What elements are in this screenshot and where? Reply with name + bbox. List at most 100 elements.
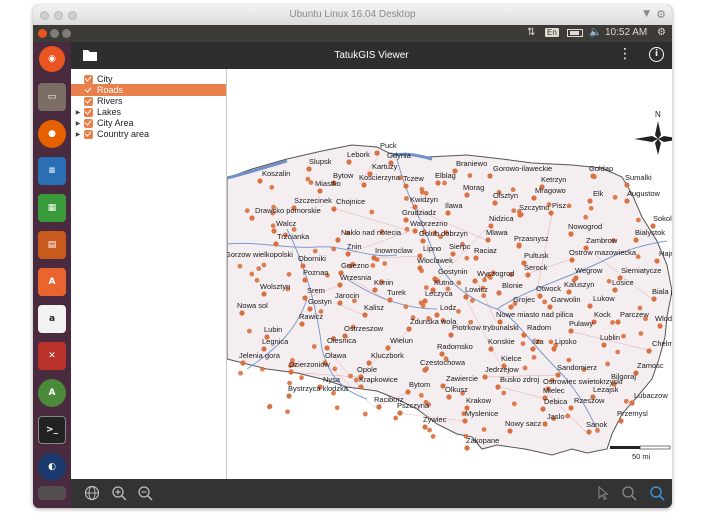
expand-arrow-icon[interactable]: ▶ — [74, 120, 82, 127]
town-dot[interactable] — [382, 261, 388, 266]
city-dot[interactable] — [646, 348, 652, 354]
town-dot[interactable] — [299, 375, 304, 381]
city-dot[interactable] — [629, 400, 635, 406]
city-dot[interactable] — [547, 304, 553, 310]
city-dot[interactable] — [463, 294, 469, 300]
city-dot[interactable] — [472, 278, 478, 284]
minimize-icon[interactable] — [50, 29, 59, 38]
city-dot[interactable] — [587, 198, 593, 204]
city-dot[interactable] — [587, 303, 593, 309]
town-dot[interactable] — [403, 304, 409, 310]
gear-icon[interactable]: ⚙ — [656, 8, 666, 21]
town-dot[interactable] — [237, 263, 243, 269]
city-dot[interactable] — [521, 332, 527, 338]
city-dot[interactable] — [537, 293, 543, 299]
town-dot[interactable] — [511, 401, 517, 407]
town-dot[interactable] — [249, 271, 255, 277]
town-dot[interactable] — [260, 366, 265, 372]
town-dot[interactable] — [520, 341, 526, 347]
town-dot[interactable] — [518, 212, 524, 217]
city-dot[interactable] — [372, 287, 378, 293]
city-dot[interactable] — [612, 287, 618, 293]
city-dot[interactable] — [530, 346, 536, 352]
town-dot[interactable] — [469, 298, 475, 303]
town-dot[interactable] — [516, 242, 522, 248]
town-dot[interactable] — [606, 278, 612, 284]
city-dot[interactable] — [495, 384, 501, 390]
city-dot[interactable] — [361, 182, 367, 188]
town-dot[interactable] — [635, 254, 641, 260]
town-dot[interactable] — [244, 208, 250, 214]
town-dot[interactable] — [566, 357, 572, 363]
town-dot[interactable] — [482, 277, 487, 283]
city-dot[interactable] — [586, 429, 592, 435]
city-dot[interactable] — [324, 345, 330, 351]
city-dot[interactable] — [337, 282, 343, 288]
chevron-down-icon[interactable]: ▼ — [643, 9, 650, 19]
city-dot[interactable] — [618, 418, 624, 424]
city-dot[interactable] — [464, 445, 470, 451]
town-dot[interactable] — [305, 176, 311, 182]
city-dot[interactable] — [376, 404, 382, 410]
updater-icon[interactable]: A — [38, 379, 66, 407]
language-indicator[interactable]: En — [545, 28, 559, 37]
town-dot[interactable] — [286, 271, 292, 277]
layer-checkbox[interactable] — [84, 96, 93, 106]
city-dot[interactable] — [288, 369, 294, 375]
town-dot[interactable] — [531, 354, 537, 360]
city-dot[interactable] — [286, 393, 292, 399]
city-dot[interactable] — [439, 351, 445, 357]
city-dot[interactable] — [496, 290, 502, 296]
town-dot[interactable] — [238, 370, 243, 376]
info-icon[interactable]: i — [649, 47, 664, 62]
city-dot[interactable] — [569, 257, 575, 263]
town-dot[interactable] — [522, 365, 528, 371]
city-dot[interactable] — [306, 166, 312, 172]
city-dot[interactable] — [464, 192, 470, 198]
city-dot[interactable] — [568, 405, 574, 411]
town-dot[interactable] — [605, 361, 611, 367]
city-dot[interactable] — [568, 328, 574, 334]
city-dot[interactable] — [615, 319, 621, 325]
city-dot[interactable] — [397, 410, 403, 416]
city-dot[interactable] — [654, 258, 660, 264]
city-dot[interactable] — [239, 310, 245, 316]
city-dot[interactable] — [317, 188, 323, 194]
city-dot[interactable] — [405, 389, 411, 395]
layer-checkbox[interactable] — [84, 85, 93, 95]
town-dot[interactable] — [511, 208, 517, 214]
city-dot[interactable] — [651, 296, 657, 302]
town-dot[interactable] — [246, 328, 252, 334]
settings-icon[interactable]: ✕ — [38, 342, 66, 370]
city-dot[interactable] — [633, 237, 639, 243]
town-dot[interactable] — [442, 180, 447, 186]
town-dot[interactable] — [256, 266, 262, 272]
town-dot[interactable] — [362, 411, 368, 417]
town-dot[interactable] — [348, 373, 353, 379]
city-dot[interactable] — [257, 178, 263, 184]
ubuntu-dash-icon[interactable]: ◉ — [39, 46, 65, 72]
city-dot[interactable] — [412, 228, 418, 234]
layer-checkbox[interactable] — [84, 118, 93, 128]
zoom-in-icon[interactable] — [111, 485, 127, 501]
town-dot[interactable] — [566, 203, 572, 209]
firefox-icon[interactable]: ● — [38, 120, 66, 148]
city-dot[interactable] — [473, 255, 479, 261]
city-dot[interactable] — [307, 306, 313, 312]
city-dot[interactable] — [273, 241, 279, 247]
city-dot[interactable] — [508, 304, 514, 310]
city-dot[interactable] — [406, 326, 412, 332]
city-dot[interactable] — [420, 238, 426, 244]
map-view[interactable]: Puck Gdynia Lebork Slupsk Kartuzy Koscierzyna… — [227, 69, 672, 479]
town-dot[interactable] — [623, 398, 629, 404]
search-icon[interactable] — [649, 485, 665, 501]
impress-icon[interactable]: ▤ — [38, 231, 66, 259]
city-dot[interactable] — [507, 428, 513, 434]
city-dot[interactable] — [492, 200, 498, 206]
town-dot[interactable] — [269, 185, 275, 190]
trash-icon[interactable] — [38, 486, 66, 500]
volume-icon[interactable]: 🔈 — [589, 27, 601, 38]
town-dot[interactable] — [588, 205, 594, 211]
town-dot[interactable] — [615, 349, 621, 355]
writer-icon[interactable]: ≡ — [38, 157, 66, 185]
